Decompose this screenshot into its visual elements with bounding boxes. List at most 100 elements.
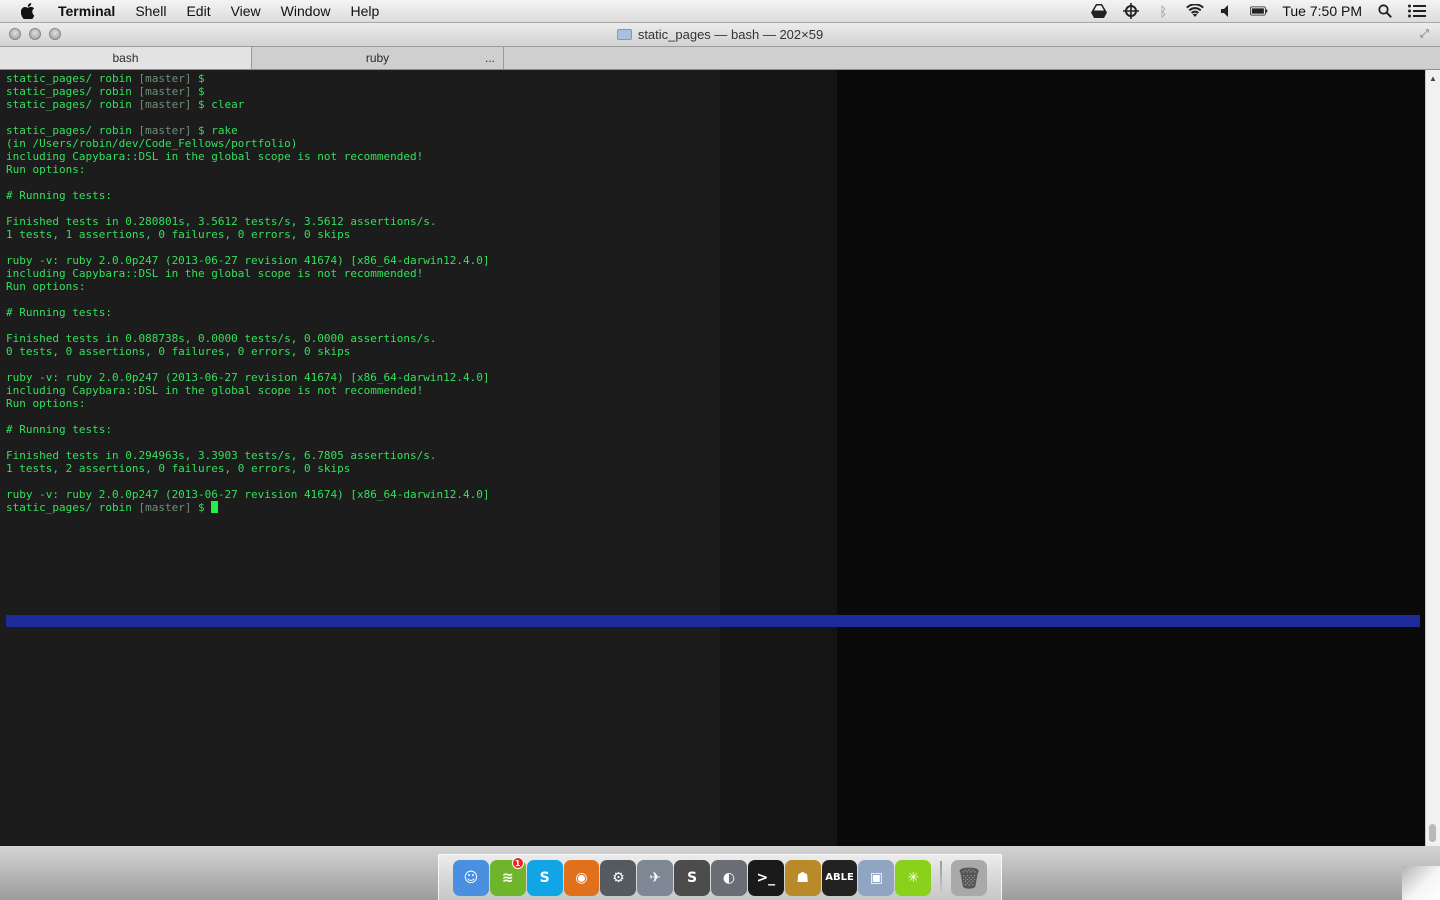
terminal-text: [master]: [138, 85, 192, 98]
menu-window[interactable]: Window: [271, 0, 341, 22]
terminal-output[interactable]: static_pages/ robin [master] $ static_pag…: [6, 72, 489, 514]
terminal-line: Run options:: [6, 397, 489, 410]
terminal-text: [master]: [138, 501, 192, 514]
hubot-icon[interactable]: ☗: [784, 859, 821, 896]
menu-view[interactable]: View: [221, 0, 271, 22]
finder-icon[interactable]: ☺: [453, 859, 489, 896]
spotlight-search-icon[interactable]: [1376, 3, 1394, 19]
trash-icon[interactable]: 🗑: [951, 859, 988, 896]
tab-bash[interactable]: bash: [0, 47, 252, 69]
terminal-line: (in /Users/robin/dev/Code_Fellows/portfo…: [6, 137, 489, 150]
terminal-line: Finished tests in 0.280801s, 3.5612 test…: [6, 215, 489, 228]
terminal-text: ruby -v: ruby 2.0.0p247 (2013-06-27 revi…: [6, 371, 490, 384]
terminal-text: static_pages/ robin: [6, 85, 139, 98]
notification-center-icon[interactable]: [1408, 3, 1426, 19]
terminal-text: static_pages/ robin: [6, 72, 139, 85]
network-radar-icon[interactable]: [1122, 3, 1140, 19]
tab-bar: bash ruby...: [0, 47, 1440, 70]
terminal-line: Finished tests in 0.088738s, 0.0000 test…: [6, 332, 489, 345]
terminal-cursor: [211, 501, 219, 513]
battery-icon[interactable]: [1250, 3, 1268, 19]
volume-icon[interactable]: [1218, 3, 1236, 19]
selection-highlight-bar: [6, 615, 1420, 627]
terminal-text: $ clear: [191, 98, 245, 111]
background-editor: [837, 70, 1425, 846]
terminal-line: static_pages/ robin [master] $: [6, 501, 489, 514]
terminal-line: including Capybara::DSL in the global sc…: [6, 150, 489, 163]
terminal-text: Run options:: [6, 397, 86, 410]
scrollbar-thumb[interactable]: [1429, 824, 1436, 842]
terminal-line: including Capybara::DSL in the global sc…: [6, 384, 489, 397]
terminal-text: # Running tests:: [6, 306, 112, 319]
zoom-button[interactable]: [49, 28, 61, 40]
terminal-line: static_pages/ robin [master] $: [6, 72, 489, 85]
minimize-button[interactable]: [29, 28, 41, 40]
menu-help[interactable]: Help: [340, 0, 389, 22]
preview-icon[interactable]: ▣: [858, 859, 895, 896]
terminal-text: Finished tests in 0.088738s, 0.0000 test…: [6, 332, 437, 345]
terminal-line: static_pages/ robin [master] $ clear: [6, 98, 489, 111]
bluetooth-icon[interactable]: ᛒ: [1154, 3, 1172, 19]
skype-icon[interactable]: S: [526, 859, 563, 896]
terminal-text: $: [191, 72, 205, 85]
terminal-text: static_pages/ robin: [6, 501, 139, 514]
menu-app-name[interactable]: Terminal: [48, 0, 125, 22]
tab-ruby-more: ...: [484, 51, 495, 65]
terminal-text: (in /Users/robin/dev/Code_Fellows/portfo…: [6, 137, 298, 150]
terminal-text: [master]: [138, 72, 192, 85]
terminal-line: ruby -v: ruby 2.0.0p247 (2013-06-27 revi…: [6, 488, 489, 501]
terminal-text: static_pages/ robin: [6, 98, 139, 111]
sublime-text-icon[interactable]: S: [674, 859, 711, 896]
folder-icon: [616, 29, 632, 40]
wifi-icon[interactable]: [1186, 3, 1205, 19]
terminal-line: Finished tests in 0.294963s, 3.3903 test…: [6, 449, 489, 462]
terminal-text: Finished tests in 0.280801s, 3.5612 test…: [6, 215, 437, 228]
terminal-icon[interactable]: >_: [747, 859, 784, 896]
mail-icon[interactable]: ✈: [637, 859, 674, 896]
menu-shell[interactable]: Shell: [125, 0, 176, 22]
terminal-line: # Running tests:: [6, 423, 489, 436]
terminal-text: # Running tests:: [6, 189, 112, 202]
terminal-line: ruby -v: ruby 2.0.0p247 (2013-06-27 revi…: [6, 371, 489, 384]
terminal-text: # Running tests:: [6, 423, 112, 436]
tab-bash-label: bash: [112, 51, 139, 65]
dock-separator: [940, 860, 943, 895]
terminal-line: static_pages/ robin [master] $ rake: [6, 124, 489, 137]
terminal-line: 0 tests, 0 assertions, 0 failures, 0 err…: [6, 345, 489, 358]
steam-icon[interactable]: ⚙: [600, 859, 637, 896]
terminal-text: ruby -v: ruby 2.0.0p247 (2013-06-27 revi…: [6, 488, 490, 501]
close-button[interactable]: [9, 28, 21, 40]
terminal-text: $: [191, 501, 212, 514]
able-icon[interactable]: ABLE: [821, 859, 858, 896]
terminal-line: 1 tests, 1 assertions, 0 failures, 0 err…: [6, 228, 489, 241]
limechat-icon[interactable]: ✳: [895, 859, 932, 896]
google-drive-icon[interactable]: [1090, 3, 1108, 19]
menu-clock[interactable]: Tue 7:50 PM: [1282, 3, 1362, 19]
scroll-up-arrow-icon[interactable]: ▲: [1429, 74, 1437, 83]
terminal-text: ruby -v: ruby 2.0.0p247 (2013-06-27 revi…: [6, 254, 490, 267]
terminal-line: static_pages/ robin [master] $: [6, 85, 489, 98]
spotify-icon[interactable]: ≋ 1: [489, 856, 526, 896]
terminal-line: # Running tests:: [6, 189, 489, 202]
terminal-content[interactable]: static_pages/ robin [master] $ static_pag…: [0, 70, 1425, 846]
apple-menu-icon[interactable]: [20, 3, 36, 19]
window-titlebar[interactable]: static_pages — bash — 202×59 ⤢: [0, 23, 1440, 47]
tab-ruby-label: ruby: [365, 51, 390, 65]
terminal-scrollbar[interactable]: ▲: [1425, 70, 1440, 846]
notification-badge: 1: [511, 856, 524, 869]
fullscreen-icon[interactable]: ⤢: [1420, 28, 1432, 40]
terminal-text: $: [191, 85, 205, 98]
firefox-icon[interactable]: ◉: [563, 859, 600, 896]
terminal-text: including Capybara::DSL in the global sc…: [6, 267, 424, 280]
dashboard-icon[interactable]: ◐: [711, 859, 747, 896]
window-controls: [9, 28, 61, 40]
menu-edit[interactable]: Edit: [176, 0, 220, 22]
terminal-text: static_pages/ robin: [6, 124, 139, 137]
terminal-text: [master]: [138, 98, 192, 111]
tab-ruby[interactable]: ruby...: [252, 47, 504, 69]
